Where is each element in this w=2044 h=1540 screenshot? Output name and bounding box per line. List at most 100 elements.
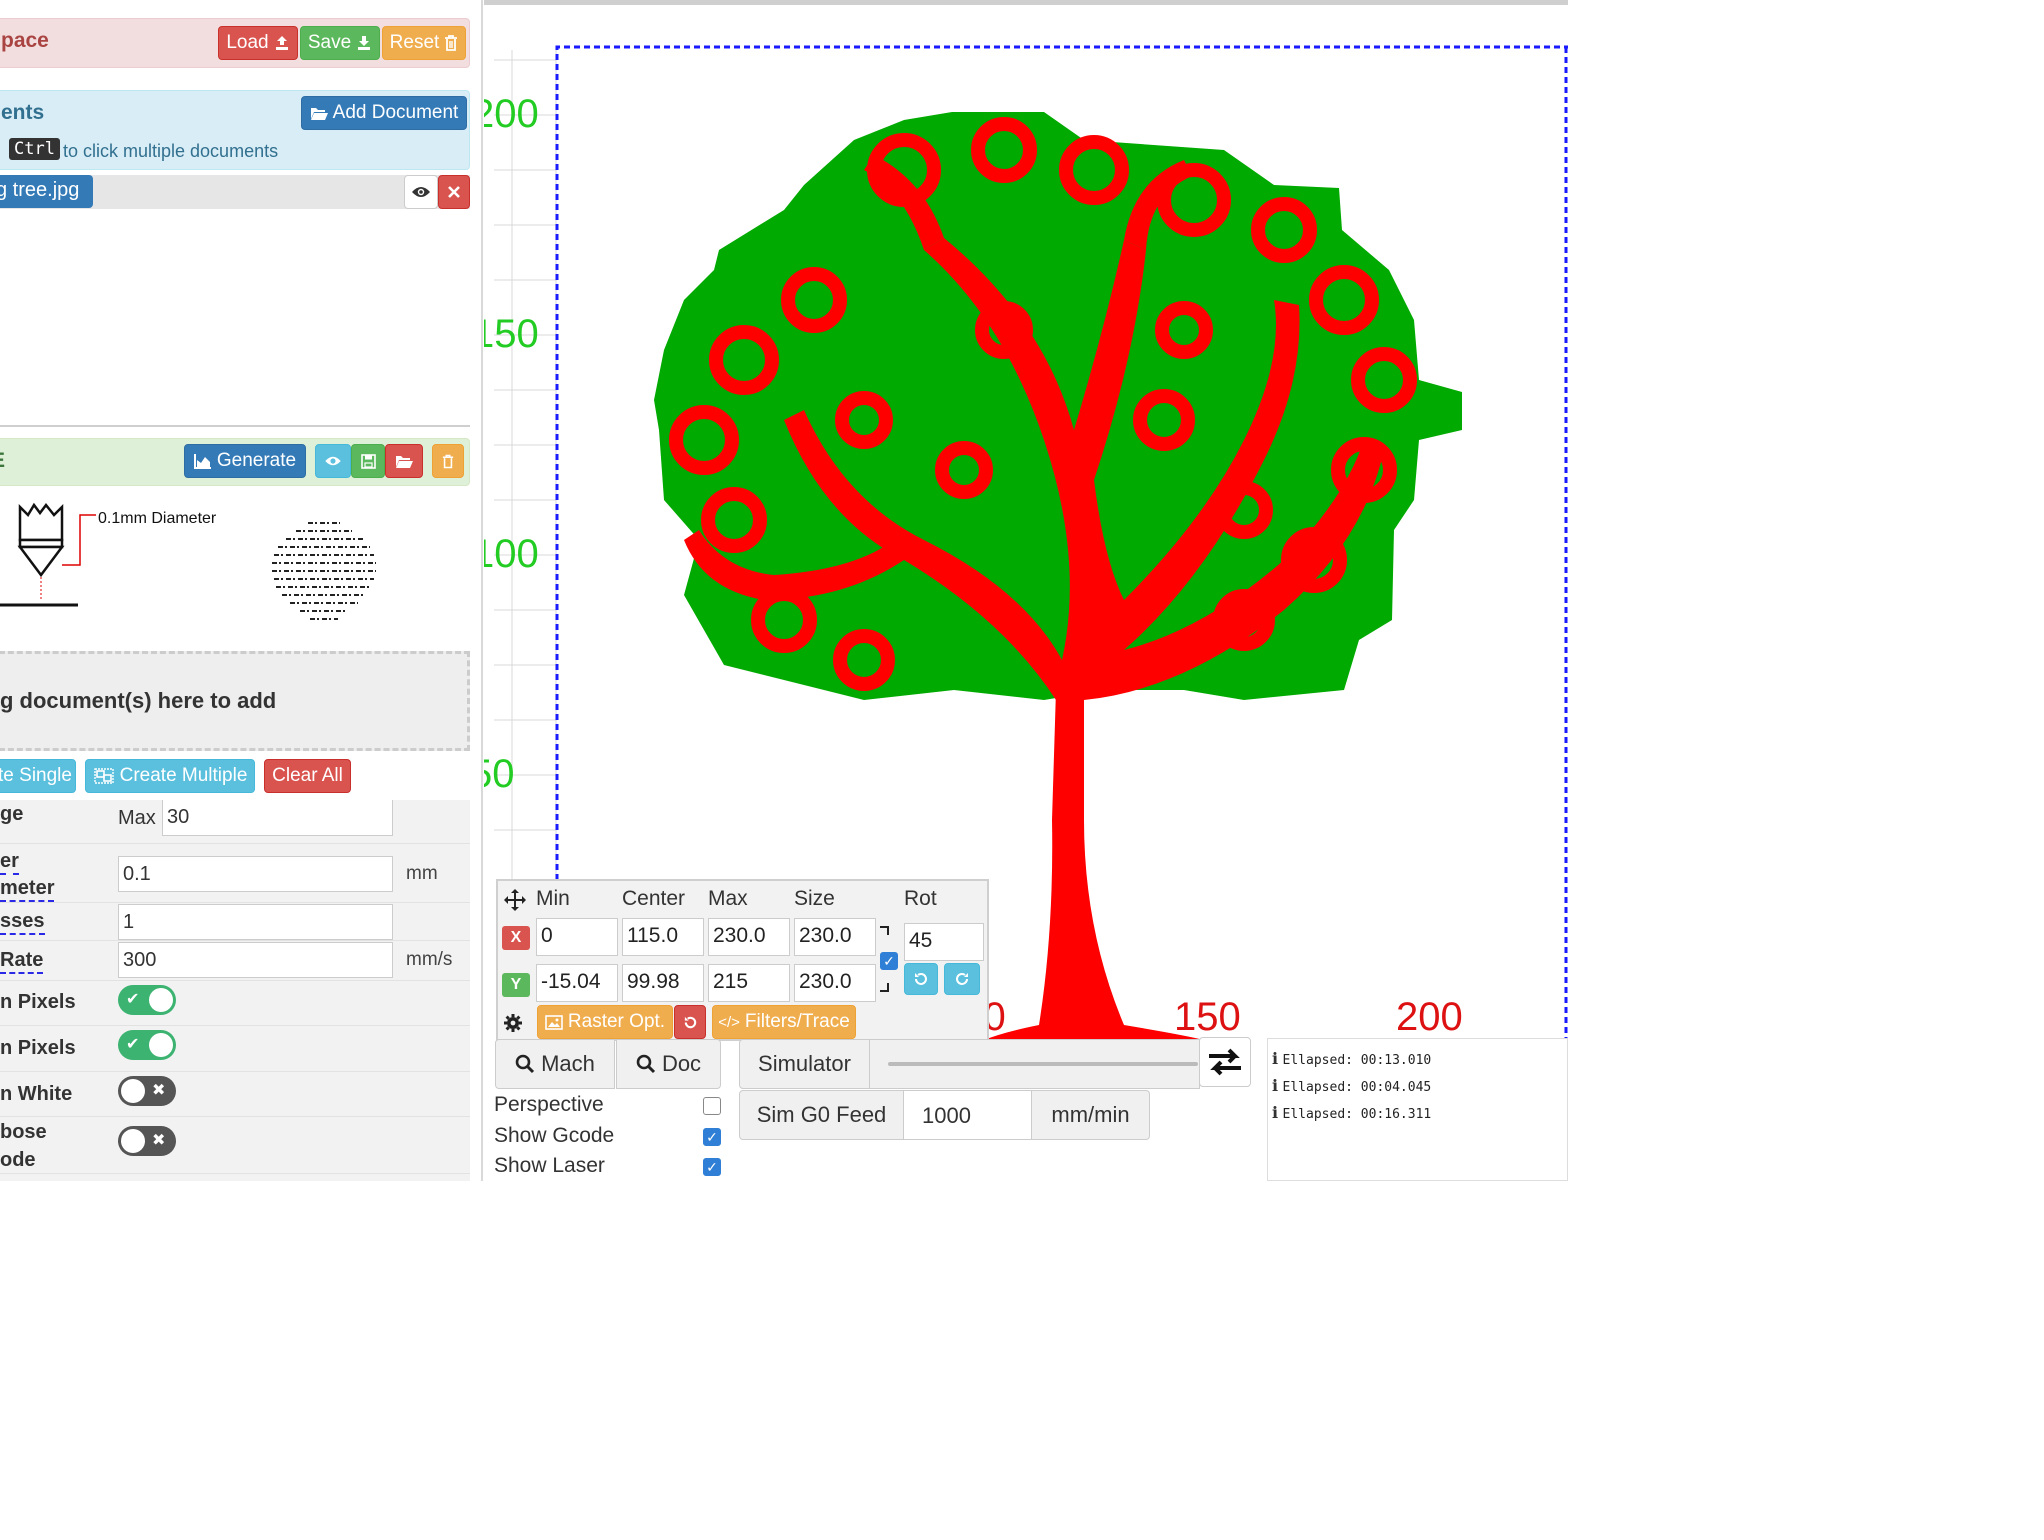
workspace-title: pace bbox=[1, 29, 49, 52]
log-entry: i Ellapsed: 00:13.010 bbox=[1272, 1049, 1431, 1069]
toggle-visibility-button[interactable] bbox=[404, 175, 438, 209]
drop-zone[interactable]: g document(s) here to add bbox=[0, 651, 470, 751]
trash-icon bbox=[445, 35, 458, 51]
x-max-input[interactable]: 230.0 bbox=[708, 918, 790, 956]
left-panel: pace Load Save Reset ents Ctrl to click … bbox=[0, 0, 483, 1181]
x-center-input[interactable]: 115.0 bbox=[622, 918, 704, 956]
tool-diameter-label: 0.1mm Diameter bbox=[98, 510, 217, 527]
cut-rate-unit: mm/s bbox=[406, 949, 453, 970]
load-label: Load bbox=[226, 32, 269, 53]
toggle-label-1: n Pixels bbox=[0, 991, 76, 1013]
setting-label-laser-diameter-1: er bbox=[0, 850, 19, 875]
header-center: Center bbox=[622, 887, 686, 910]
doc-label: Doc bbox=[661, 1051, 702, 1076]
folder-open-icon bbox=[396, 455, 413, 468]
create-single-button[interactable]: te Single bbox=[0, 759, 76, 793]
perspective-checkbox[interactable] bbox=[703, 1097, 721, 1115]
save-workspace-button[interactable]: Save bbox=[300, 26, 380, 60]
folder-open-icon bbox=[310, 107, 328, 120]
toggle-switch-3[interactable]: ✖ bbox=[118, 1076, 176, 1106]
info-icon: i bbox=[1272, 1103, 1279, 1122]
doc-view-button[interactable]: Doc bbox=[616, 1039, 721, 1089]
passes-input[interactable]: 1 bbox=[118, 904, 393, 940]
info-icon: i bbox=[1272, 1076, 1279, 1095]
add-document-button[interactable]: Add Document bbox=[301, 96, 467, 130]
download-icon bbox=[358, 36, 371, 50]
lock-aspect-checkbox[interactable]: ✓ bbox=[880, 952, 898, 970]
toggle-switch-4[interactable]: ✖ bbox=[118, 1126, 176, 1156]
swap-view-button[interactable] bbox=[1199, 1037, 1251, 1087]
search-icon bbox=[515, 1054, 535, 1074]
generate-button[interactable]: Generate bbox=[184, 444, 306, 478]
close-icon: ✖ bbox=[152, 1082, 166, 1099]
reset-workspace-button[interactable]: Reset bbox=[382, 26, 466, 60]
range-max-input[interactable]: 30 bbox=[162, 800, 393, 836]
object-group-icon bbox=[93, 768, 114, 784]
y-max-input[interactable]: 215 bbox=[708, 964, 790, 1002]
row-divider bbox=[0, 1116, 470, 1117]
toggle-knob bbox=[149, 1033, 173, 1057]
toggle-switch-1[interactable]: ✔ bbox=[118, 985, 176, 1015]
check-icon: ✔ bbox=[126, 1036, 140, 1053]
document-name-tag[interactable]: g tree.jpg bbox=[0, 175, 93, 208]
documents-title: ents bbox=[1, 101, 45, 124]
cut-rate-input[interactable]: 300 bbox=[118, 942, 393, 978]
x-size-input[interactable]: 230.0 bbox=[794, 918, 876, 956]
y-tick-label: 150 bbox=[484, 312, 539, 356]
row-divider bbox=[0, 940, 470, 941]
laser-diameter-input[interactable]: 0.1 bbox=[118, 856, 393, 892]
setting-label-cut-rate: Rate bbox=[0, 949, 44, 974]
row-divider bbox=[0, 902, 470, 903]
clear-all-button[interactable]: Clear All bbox=[264, 759, 351, 793]
reset-raster-button[interactable] bbox=[674, 1005, 706, 1039]
raster-options-button[interactable]: Raster Opt. bbox=[537, 1005, 673, 1039]
y-min-input[interactable]: -15.04 bbox=[536, 964, 618, 1002]
laser-diameter-value: 0.1 bbox=[123, 862, 151, 885]
laser-diameter-unit: mm bbox=[406, 863, 438, 884]
range-max-value: 30 bbox=[167, 806, 190, 828]
create-multiple-button[interactable]: Create Multiple bbox=[85, 759, 255, 793]
simulator-slider[interactable] bbox=[870, 1039, 1200, 1089]
info-icon: i bbox=[1272, 1049, 1279, 1068]
raster-options-label: Raster Opt. bbox=[567, 1011, 666, 1032]
mach-view-button[interactable]: Mach bbox=[495, 1039, 615, 1089]
y-center-input[interactable]: 99.98 bbox=[622, 964, 704, 1002]
show-gcode-checkbox[interactable]: ✓ bbox=[703, 1128, 721, 1146]
load-workspace-button[interactable]: Load bbox=[218, 26, 298, 60]
trash-icon bbox=[442, 454, 454, 468]
remove-document-button[interactable] bbox=[438, 175, 470, 209]
row-divider bbox=[0, 843, 470, 844]
range-max-prefix: Max bbox=[118, 807, 156, 829]
y-axis-badge: Y bbox=[502, 973, 530, 997]
rotate-cw-button[interactable] bbox=[944, 963, 980, 995]
y-size-input[interactable]: 230.0 bbox=[794, 964, 876, 1002]
rotation-input[interactable]: 45 bbox=[904, 923, 984, 961]
filters-trace-button[interactable]: </> Filters/Trace bbox=[712, 1005, 856, 1039]
y-tick-label: 100 bbox=[484, 532, 539, 576]
documents-hint: to click multiple documents bbox=[63, 141, 279, 161]
log-entry: i Ellapsed: 00:04.045 bbox=[1272, 1076, 1431, 1096]
sim-feed-input[interactable]: 1000 bbox=[903, 1090, 1032, 1140]
undo-icon bbox=[684, 1016, 696, 1028]
open-gcode-button[interactable] bbox=[385, 444, 423, 478]
cut-rate-value: 300 bbox=[123, 948, 157, 971]
setting-label-range: ge bbox=[0, 803, 24, 825]
clear-gcode-button[interactable] bbox=[432, 444, 464, 478]
reset-label: Reset bbox=[389, 32, 440, 53]
row-divider bbox=[0, 1025, 470, 1026]
x-min-input[interactable]: 0 bbox=[536, 918, 618, 956]
toggle-switch-2[interactable]: ✔ bbox=[118, 1030, 176, 1060]
log-text: Ellapsed: 00:13.010 bbox=[1282, 1053, 1432, 1068]
rotate-ccw-button[interactable] bbox=[904, 963, 938, 995]
show-laser-checkbox[interactable]: ✓ bbox=[703, 1158, 721, 1176]
log-panel: i Ellapsed: 00:13.010 i Ellapsed: 00:04.… bbox=[1267, 1038, 1568, 1181]
gear-icon[interactable] bbox=[503, 1013, 523, 1033]
x-tick-label: 150 bbox=[1174, 995, 1241, 1039]
header-rot: Rot bbox=[904, 887, 937, 910]
add-document-label: Add Document bbox=[332, 102, 459, 123]
save-gcode-button[interactable] bbox=[351, 444, 385, 478]
header-size: Size bbox=[794, 887, 835, 910]
document-name: g tree.jpg bbox=[0, 179, 80, 201]
toggle-knob bbox=[121, 1079, 145, 1103]
preview-operation-button[interactable] bbox=[315, 444, 351, 478]
